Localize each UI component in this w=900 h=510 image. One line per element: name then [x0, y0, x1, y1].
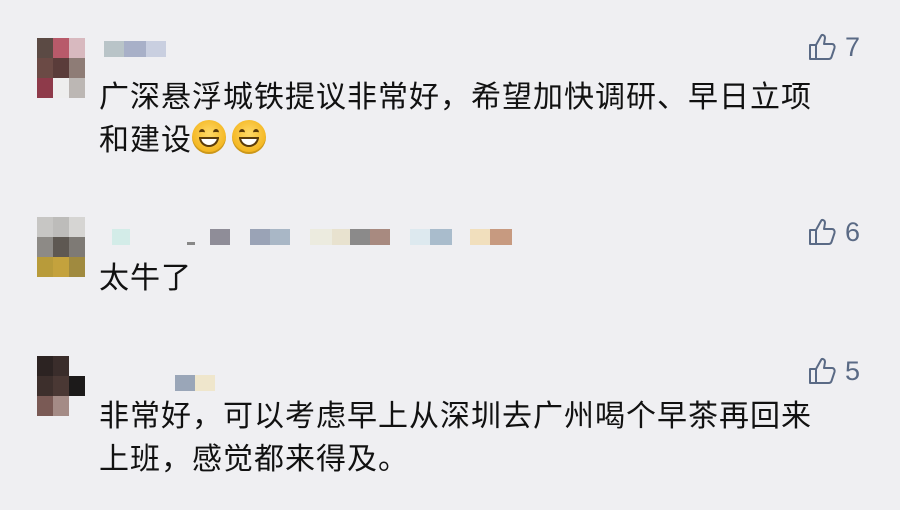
- comment-text: 太牛了: [99, 261, 192, 296]
- avatar[interactable]: [37, 356, 85, 416]
- like-count: 6: [844, 216, 860, 247]
- comment-3: 非常好，可以考虑早上从深圳去广州喝个早茶再回来 上班，感觉都来得及。 5: [0, 350, 900, 490]
- thumbs-up-icon: [808, 33, 836, 60]
- username-blurred[interactable]: [175, 375, 215, 391]
- grinning-face-icon: [232, 120, 266, 154]
- username-blurred[interactable]: [112, 229, 512, 245]
- like-count: 5: [844, 355, 860, 386]
- thumbs-up-icon: [808, 357, 836, 384]
- thumbs-up-icon: [808, 218, 836, 245]
- like-button[interactable]: 7: [807, 32, 860, 62]
- like-count: 7: [844, 31, 860, 62]
- avatar[interactable]: [37, 38, 85, 98]
- comment-text: 广深悬浮城铁提议非常好，希望加快调研、早日立项 和建设: [99, 80, 812, 158]
- comment-1: 广深悬浮城铁提议非常好，希望加快调研、早日立项 和建设 7: [0, 30, 900, 160]
- avatar[interactable]: [37, 217, 85, 277]
- like-button[interactable]: 6: [807, 217, 860, 247]
- grinning-face-icon: [192, 120, 226, 154]
- comment-text: 非常好，可以考虑早上从深圳去广州喝个早茶再回来 上班，感觉都来得及。: [99, 399, 812, 477]
- comment-2: 太牛了 6: [0, 205, 900, 305]
- username-blurred[interactable]: [104, 41, 166, 57]
- like-button[interactable]: 5: [807, 356, 860, 386]
